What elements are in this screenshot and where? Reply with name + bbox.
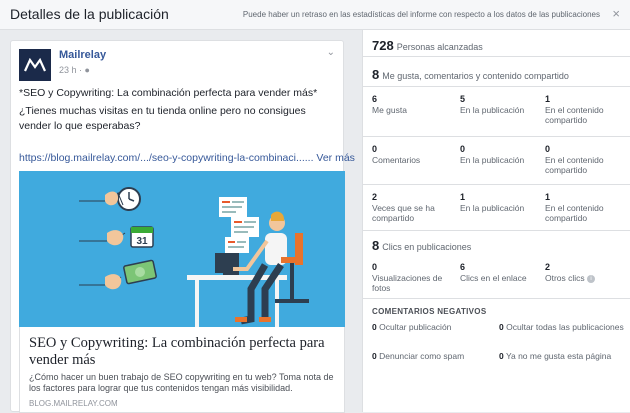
info-icon[interactable]: i	[587, 274, 596, 283]
panel-title: Detalles de la publicación	[10, 6, 169, 22]
divider	[363, 56, 630, 57]
post-image[interactable]: 31	[19, 171, 345, 327]
comments-on-shares: 0 En el contenido compartido	[545, 144, 604, 175]
link-description: ¿Cómo hacer un buen trabajo de SEO copyw…	[29, 372, 334, 393]
engagement-number: 8	[372, 67, 380, 82]
clicks-label: Clics en publicaciones	[382, 242, 472, 252]
panel-header: Detalles de la publicación Puede haber u…	[0, 0, 630, 30]
post-text: *SEO y Copywriting: La combinación perfe…	[19, 86, 339, 134]
engagement-label: Me gusta, comentarios y contenido compar…	[382, 71, 569, 81]
post-meta: 23 h · ●	[59, 65, 90, 75]
post-url-link[interactable]: https://blog.mailrelay.com/.../seo-y-cop…	[19, 152, 314, 164]
link-preview[interactable]: SEO y Copywriting: La combinación perfec…	[19, 327, 345, 413]
engagement-row: 8 Me gusta, comentarios y contenido compa…	[372, 66, 569, 84]
divider	[363, 230, 630, 231]
link-clicks: 6 Clics en el enlace	[460, 262, 527, 283]
link-domain: BLOG.MAILRELAY.COM	[29, 399, 118, 408]
page-avatar[interactable]	[19, 49, 51, 81]
photo-views: 0 Visualizaciones de fotos	[372, 262, 443, 293]
reach-number: 728	[372, 38, 394, 53]
mailrelay-logo-icon	[24, 58, 46, 72]
post-text-line-2: ¿Tienes muchas visitas en tu tienda onli…	[19, 105, 306, 132]
post-card: Mailrelay 23 h · ● ⌄ *SEO y Copywriting:…	[10, 40, 355, 413]
delay-notice: Puede haber un retraso en las estadístic…	[242, 10, 600, 19]
divider	[363, 136, 630, 137]
likes-total: 6 Me gusta	[372, 94, 407, 115]
other-clicks: 2 Otros clics i	[545, 262, 625, 283]
post-text-line-1: *SEO y Copywriting: La combinación perfe…	[19, 87, 318, 99]
shares-on-post: 1 En la publicación	[460, 192, 525, 213]
hide-all-posts-count: 0 Ocultar todas las publicaciones	[499, 322, 624, 332]
hide-post-count: 0 Ocultar publicación	[372, 322, 452, 332]
clicks-row: 8 Clics en publicaciones	[372, 237, 471, 255]
shares-total: 2 Veces que se ha compartido	[372, 192, 435, 223]
likes-on-shares: 1 En el contenido compartido	[545, 94, 604, 125]
svg-text:31: 31	[136, 236, 148, 247]
chevron-down-icon[interactable]: ⌄	[327, 47, 335, 58]
page-name-link[interactable]: Mailrelay	[59, 49, 106, 61]
divider	[363, 298, 630, 299]
post-illustration: 31	[19, 171, 345, 327]
stats-panel: 728 Personas alcanzadas 8 Me gusta, coment…	[362, 30, 630, 412]
shares-on-shares: 1 En el contenido compartido	[545, 192, 604, 223]
comments-total: 0 Comentarios	[372, 144, 421, 165]
divider	[363, 184, 630, 185]
post-link-line: https://blog.mailrelay.com/.../seo-y-cop…	[19, 152, 355, 164]
see-more-link[interactable]: Ver más	[316, 152, 355, 164]
report-spam-count: 0 Denunciar como spam	[372, 351, 465, 361]
close-icon[interactable]: ×	[612, 6, 620, 21]
reach-label: Personas alcanzadas	[396, 42, 483, 52]
post-preview-area: Mailrelay 23 h · ● ⌄ *SEO y Copywriting:…	[0, 30, 362, 413]
unlike-page-count: 0 Ya no me gusta esta página	[499, 351, 612, 361]
post-time[interactable]: 23 h ·	[59, 65, 82, 75]
comments-on-post: 0 En la publicación	[460, 144, 525, 165]
clicks-number: 8	[372, 238, 380, 253]
negative-feedback-title: COMENTARIOS NEGATIVOS	[372, 307, 487, 316]
likes-on-post: 5 En la publicación	[460, 94, 525, 115]
globe-icon: ●	[84, 65, 90, 75]
link-title[interactable]: SEO y Copywriting: La combinación perfec…	[29, 335, 329, 369]
divider	[363, 86, 630, 87]
reach-row: 728 Personas alcanzadas	[372, 37, 483, 55]
